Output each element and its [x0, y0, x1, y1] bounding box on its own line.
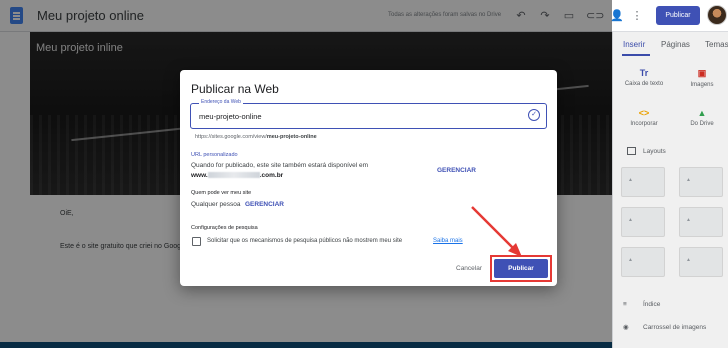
check-circle-icon: ✓ — [528, 109, 540, 121]
domain-suffix: .com.br — [259, 172, 284, 179]
manage-visibility-link[interactable]: GERENCIAR — [245, 201, 284, 208]
more-options-icon[interactable]: ⋮ — [630, 9, 644, 23]
hide-from-search-label[interactable]: Solicitar que os mecanismos de pesquisa … — [207, 238, 402, 244]
web-address-field[interactable]: Endereço da Web meu-projeto-online ✓ — [190, 99, 547, 129]
url-prefix: https://sites.google.com/view/ — [195, 134, 267, 140]
publish-top-button[interactable]: Publicar — [656, 6, 700, 25]
web-address-input[interactable]: meu-projeto-online — [199, 112, 262, 121]
hide-from-search-checkbox[interactable] — [192, 237, 201, 246]
custom-url-title: URL personalizado — [191, 152, 238, 158]
annotation-arrow — [471, 206, 522, 257]
manage-custom-url-link[interactable]: GERENCIAR — [437, 167, 476, 174]
web-address-label: Endereço da Web — [199, 99, 243, 105]
visibility-title: Quem pode ver meu site — [191, 190, 252, 196]
share-icon[interactable]: 👤 — [610, 9, 624, 23]
custom-url-text: Quando for publicado, este site também e… — [191, 162, 369, 169]
search-settings-title: Configurações de pesquisa — [191, 225, 258, 231]
learn-more-link[interactable]: Saiba mais — [433, 238, 463, 244]
redacted-domain — [207, 172, 260, 179]
custom-domain: www. .com.br — [191, 172, 283, 179]
panel-backdrop — [612, 32, 728, 348]
domain-prefix: www. — [191, 172, 208, 179]
cancel-button[interactable]: Cancelar — [456, 265, 482, 272]
avatar[interactable] — [707, 5, 727, 25]
url-slug: meu-projeto-online — [266, 134, 317, 140]
visibility-value: Qualquer pessoa — [191, 201, 241, 208]
full-url-preview: https://sites.google.com/view/meu-projet… — [195, 134, 317, 140]
dialog-title: Publicar na Web — [191, 82, 279, 96]
